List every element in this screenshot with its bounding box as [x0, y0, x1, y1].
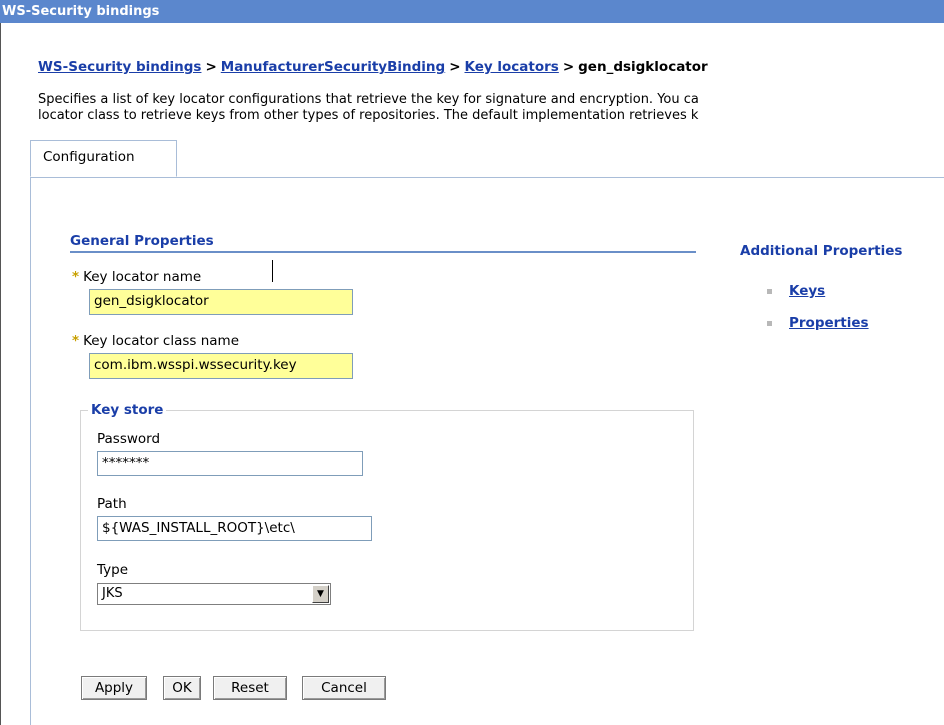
apply-button[interactable]: Apply: [81, 676, 147, 700]
breadcrumb: WS-Security bindings > ManufacturerSecurit…: [38, 59, 708, 75]
tab-bar-divider: [30, 177, 944, 178]
text-cursor: [272, 260, 273, 282]
tab-configuration[interactable]: Configuration: [30, 140, 177, 177]
breadcrumb-current: gen_dsigklocator: [578, 59, 708, 75]
key-locator-name-field[interactable]: gen_dsigklocator: [89, 289, 353, 315]
chevron-down-icon[interactable]: ▼: [312, 585, 329, 603]
type-select-value: JKS: [102, 586, 123, 601]
page-description: Specifies a list of key locator configur…: [38, 92, 944, 124]
general-properties-heading: General Properties: [70, 233, 214, 249]
breadcrumb-separator: >: [205, 59, 217, 75]
breadcrumb-separator: >: [449, 59, 461, 75]
breadcrumb-link-ws-security-bindings[interactable]: WS-Security bindings: [38, 59, 201, 75]
key-locator-class-name-field[interactable]: com.ibm.wsspi.wssecurity.key: [89, 353, 353, 379]
breadcrumb-link-manufacturer-security-binding[interactable]: ManufacturerSecurityBinding: [221, 59, 445, 75]
key-locator-name-label: * Key locator name: [72, 269, 202, 285]
path-field[interactable]: ${WAS_INSTALL_ROOT}\etc\: [97, 516, 372, 541]
type-label: Type: [97, 562, 129, 578]
link-keys[interactable]: Keys: [789, 283, 825, 299]
general-properties-divider: [70, 251, 696, 253]
content-border: [30, 178, 31, 725]
password-label: Password: [97, 431, 161, 447]
key-store-legend: Key store: [88, 402, 167, 418]
additional-properties-heading: Additional Properties: [740, 243, 903, 259]
square-bullet-icon: [767, 289, 772, 294]
password-field[interactable]: *******: [97, 451, 363, 476]
required-icon: *: [72, 269, 80, 285]
path-label: Path: [97, 496, 127, 512]
description-line: locator class to retrieve keys from othe…: [38, 108, 699, 123]
breadcrumb-separator: >: [562, 59, 575, 75]
key-locator-class-name-label: * Key locator class name: [72, 333, 240, 349]
required-icon: *: [72, 333, 80, 349]
type-select[interactable]: JKS ▼: [97, 583, 331, 605]
window-title: WS-Security bindings: [0, 0, 944, 23]
breadcrumb-link-key-locators[interactable]: Key locators: [465, 59, 559, 75]
cancel-button[interactable]: Cancel: [302, 676, 386, 700]
ok-button[interactable]: OK: [163, 676, 201, 700]
description-line: Specifies a list of key locator configur…: [38, 92, 699, 107]
square-bullet-icon: [767, 321, 772, 326]
link-properties[interactable]: Properties: [789, 315, 869, 331]
reset-button[interactable]: Reset: [213, 676, 287, 700]
